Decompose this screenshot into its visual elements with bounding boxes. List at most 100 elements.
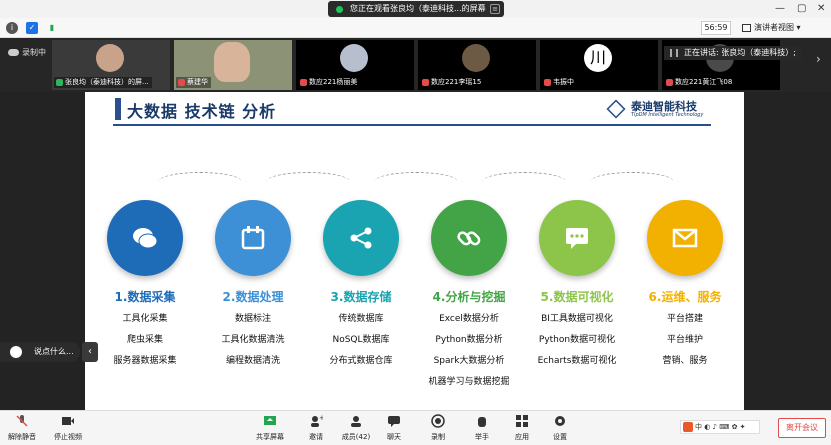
view-label: 演讲者视图	[754, 23, 794, 32]
share-screen-button[interactable]: 共享屏幕	[248, 414, 292, 442]
speaker-icon	[670, 49, 678, 57]
participant-name: 数应221杨丽美	[298, 77, 361, 88]
cloud-icon	[8, 49, 19, 56]
tech-stage: 4.分析与挖掘 Excel数据分析 Python数据分析 Spark大数据分析 机器学习…	[414, 200, 524, 389]
participant-strip: 录制中 张良均（泰迪科技）的屏... 蔡建华 数应221杨丽美 数应221李瑶1…	[0, 38, 831, 92]
leave-meeting-button[interactable]: 离开会议	[778, 418, 826, 438]
bottom-toolbar: 解除静音 停止视频 共享屏幕 + 邀请 成员(42) 聊天 录制 举手 应用 设…	[0, 410, 831, 445]
minimize-button[interactable]: —	[775, 2, 785, 16]
message-dots-icon	[563, 224, 591, 252]
participant-tile[interactable]: 川 韦振中	[540, 40, 658, 90]
stage-item: 营销、服务	[662, 356, 708, 366]
shield-icon[interactable]: ✓	[26, 22, 38, 34]
chevron-right-icon[interactable]: ›	[816, 52, 828, 72]
stage-badge	[539, 200, 615, 276]
stage-item: NoSQL数据库	[332, 335, 390, 345]
stage-title: 4.分析与挖掘	[432, 290, 506, 304]
speaking-indicator: 正在讲话: 张良均（泰迪科技）;	[664, 46, 802, 60]
share-notice-text: 您正在观看张良均（泰迪科技...的屏幕	[350, 4, 486, 13]
chat-bubbles-icon	[131, 224, 159, 252]
flow-connector	[482, 172, 566, 192]
close-button[interactable]: ✕	[817, 2, 825, 16]
hand-icon	[475, 414, 489, 428]
stage-badge	[647, 200, 723, 276]
flow-connector	[590, 172, 674, 192]
stage-item: Echarts数据可视化	[537, 356, 617, 366]
calendar-icon	[239, 224, 267, 252]
meeting-timer: 56:59	[701, 21, 731, 35]
avatar: 川	[584, 44, 612, 72]
stage-item: 分布式数据仓库	[329, 356, 393, 366]
company-logo: 泰迪智能科技 TipDM Intelligent Technology	[606, 98, 717, 122]
collapse-chat-button[interactable]: ‹	[82, 342, 98, 362]
envelope-icon	[671, 224, 699, 252]
participant-tile[interactable]: 数应221杨丽美	[296, 40, 414, 90]
camera-icon	[61, 414, 75, 428]
signal-icon[interactable]: ▮	[46, 22, 58, 34]
invite-button[interactable]: + 邀请	[294, 414, 338, 442]
stage-title: 6.运维、服务	[648, 290, 722, 304]
layout-icon	[742, 24, 751, 32]
participant-name: 韦振中	[542, 77, 577, 88]
stage-item: Python数据分析	[435, 335, 503, 345]
mic-off-icon	[178, 79, 185, 86]
share-menu-icon[interactable]: ≡	[490, 4, 500, 14]
members-icon	[349, 414, 363, 428]
mic-off-icon	[544, 79, 551, 86]
share-icon	[347, 224, 375, 252]
participant-name: 张良均（泰迪科技）的屏...	[54, 77, 152, 88]
recording-label: 录制中	[22, 48, 46, 57]
record-icon	[431, 414, 445, 428]
stage-item: 数据标注	[234, 314, 271, 324]
flow-connector	[374, 172, 458, 192]
stage-title: 5.数据可视化	[540, 290, 614, 304]
link-icon	[455, 224, 483, 252]
stage-item: Spark大数据分析	[433, 356, 505, 366]
slide-title: 大数据 技术链 分析	[127, 102, 277, 121]
chat-button[interactable]: 聊天	[372, 414, 416, 442]
title-divider	[113, 124, 711, 126]
recording-status: 录制中	[8, 48, 46, 58]
stage-badge	[431, 200, 507, 276]
stage-item: 平台搭建	[666, 314, 703, 324]
mute-button[interactable]: 解除静音	[0, 414, 44, 442]
flow-connector	[266, 172, 350, 192]
participant-tile[interactable]: 数应221李瑶15	[418, 40, 536, 90]
gear-icon	[553, 414, 567, 428]
participant-tile[interactable]: 蔡建华	[174, 40, 292, 90]
logo-mark-icon	[606, 99, 626, 119]
settings-button[interactable]: 设置	[538, 414, 582, 442]
view-switch-button[interactable]: 演讲者视图 ▾	[740, 21, 810, 35]
participant-name: 蔡建华	[176, 77, 211, 88]
screen-share-icon	[263, 414, 277, 428]
stage-item: Excel数据分析	[439, 314, 499, 324]
chat-input[interactable]: 说点什么...	[0, 342, 80, 362]
tech-stage: 2.数据处理 数据标注 工具化数据清洗 编程数据清洗	[198, 200, 308, 368]
info-icon[interactable]: i	[6, 22, 18, 34]
stage-item: 工具化数据清洗	[221, 335, 285, 345]
meeting-window: 您正在观看张良均（泰迪科技...的屏幕 ≡ — ▢ ✕ i ✓ ▮ 56:59 …	[0, 0, 831, 445]
avatar	[96, 44, 124, 72]
participant-name: 数应221黄江飞08	[664, 77, 736, 88]
share-notice[interactable]: 您正在观看张良均（泰迪科技...的屏幕 ≡	[328, 1, 504, 17]
flow-connector	[158, 172, 242, 192]
raise-hand-button[interactable]: 举手	[460, 414, 504, 442]
participant-name: 数应221李瑶15	[420, 77, 485, 88]
tech-stage: 5.数据可视化 BI工具数据可视化 Python数据可视化 Echarts数据可视化	[522, 200, 632, 368]
mic-icon	[56, 79, 63, 86]
video-button[interactable]: 停止视频	[46, 414, 90, 442]
record-button[interactable]: 录制	[416, 414, 460, 442]
stage-badge	[215, 200, 291, 276]
title-accent	[115, 98, 121, 120]
stage-badge	[323, 200, 399, 276]
ime-logo-icon	[683, 422, 693, 432]
ime-toolbar[interactable]: 中 ◐ ♪ ⌨ ✿ ✦	[680, 420, 760, 434]
avatar	[214, 42, 250, 82]
maximize-button[interactable]: ▢	[797, 2, 806, 16]
stage-item: 工具化采集	[122, 314, 168, 324]
tech-stage: 1.数据采集 工具化采集 爬虫采集 服务器数据采集	[90, 200, 200, 368]
tech-stage: 6.运维、服务 平台搭建 平台维护 营销、服务	[630, 200, 740, 368]
stage-item: 编程数据清洗	[225, 356, 280, 366]
participant-tile[interactable]: 张良均（泰迪科技）的屏...	[52, 40, 170, 90]
stage-title: 1.数据采集	[114, 290, 176, 304]
